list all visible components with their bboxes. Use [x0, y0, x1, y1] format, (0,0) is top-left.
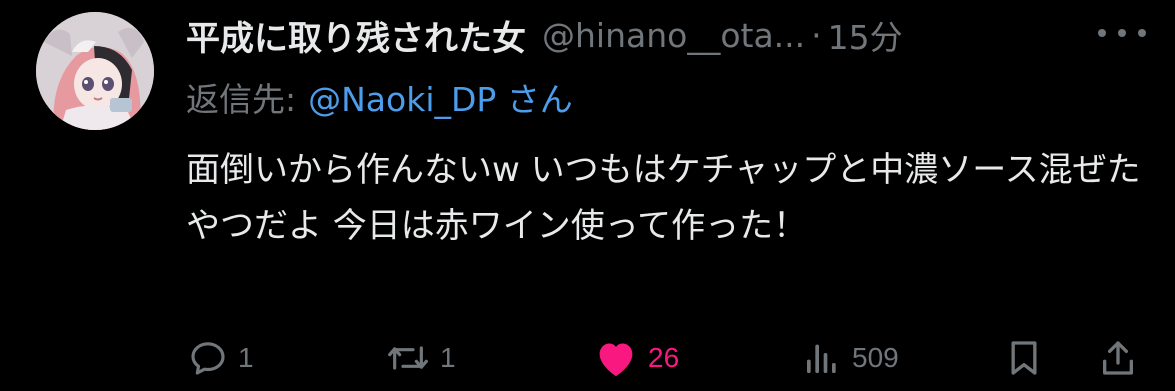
- reply-to-label: 返信先:: [186, 80, 297, 119]
- bookmark-button[interactable]: [1004, 330, 1044, 386]
- views-button[interactable]: 509: [802, 330, 899, 386]
- timestamp[interactable]: 15分: [828, 11, 903, 59]
- views-icon: [802, 338, 842, 378]
- retweet-button[interactable]: 1: [386, 330, 456, 386]
- share-icon: [1098, 338, 1138, 378]
- reply-icon: [188, 338, 228, 378]
- heart-icon: [594, 338, 638, 378]
- reply-button[interactable]: 1: [188, 330, 254, 386]
- user-handle[interactable]: @hinano__ota...: [542, 16, 805, 55]
- separator-dot: ·: [811, 15, 822, 55]
- like-count: 26: [648, 342, 680, 373]
- tweet-text: 面倒いから作んないw いつもはケチャップと中濃ソース混ぜたやつだよ 今日は赤ワイ…: [186, 150, 1141, 246]
- share-button[interactable]: [1098, 330, 1138, 386]
- reply-count: 1: [238, 342, 254, 373]
- reply-to-line: 返信先: @Naoki_DP さん: [186, 72, 573, 122]
- bookmark-icon: [1004, 338, 1044, 378]
- tweet[interactable]: 平成に取り残された女 @hinano__ota... · 15分 返信先: @N…: [0, 0, 1175, 391]
- retweet-icon: [386, 338, 430, 378]
- tweet-header: 平成に取り残された女 @hinano__ota... · 15分: [186, 10, 903, 60]
- display-name[interactable]: 平成に取り残された女: [186, 11, 526, 60]
- reply-to-mention[interactable]: @Naoki_DP さん: [308, 73, 573, 121]
- avatar[interactable]: [36, 12, 154, 130]
- action-bar: 1 1 26 509: [0, 330, 1175, 386]
- avatar-image: [36, 12, 154, 130]
- retweet-count: 1: [440, 342, 456, 373]
- more-icon[interactable]: [1098, 18, 1146, 48]
- view-count: 509: [852, 342, 899, 373]
- like-button[interactable]: 26: [594, 330, 679, 386]
